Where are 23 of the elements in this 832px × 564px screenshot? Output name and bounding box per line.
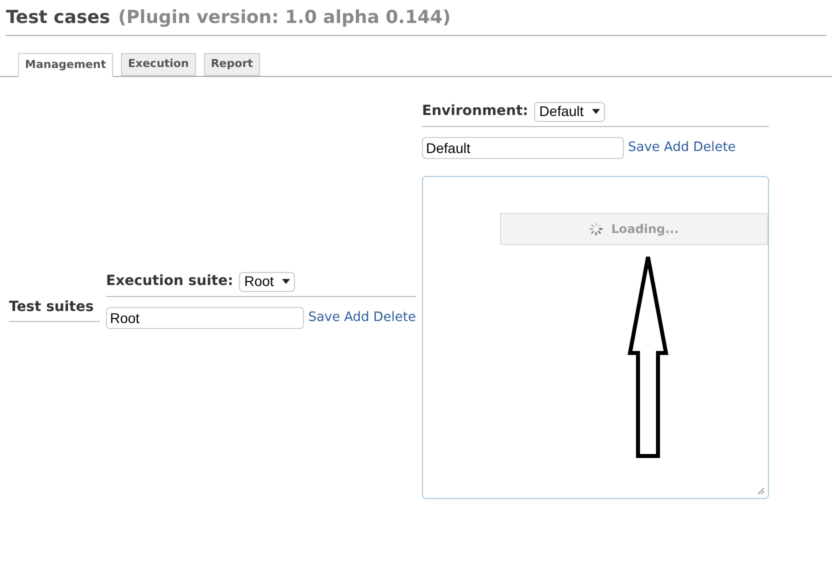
tab[interactable]: Execution: [120, 53, 196, 76]
plugin-version: (Plugin version: 1.0 alpha 0.144): [118, 6, 451, 30]
section-label: Execution suite:: [106, 272, 234, 291]
spinner-icon: [589, 222, 604, 236]
section-label: Environment:: [422, 102, 528, 121]
link[interactable]: Delete: [373, 308, 416, 328]
caret-icon: [592, 109, 600, 114]
page-title: Test cases: [6, 6, 110, 30]
loading-bar: Loading...: [500, 213, 768, 245]
link[interactable]: Add: [664, 138, 690, 158]
input-field[interactable]: Root: [106, 307, 304, 329]
dropdown[interactable]: Root: [239, 272, 295, 292]
input-field[interactable]: Default: [422, 137, 624, 159]
link[interactable]: Save: [628, 138, 660, 158]
link[interactable]: Add: [344, 308, 370, 328]
caret-icon: [282, 279, 290, 284]
link[interactable]: Delete: [693, 138, 736, 158]
dropdown[interactable]: Default: [534, 102, 605, 122]
tab[interactable]: Report: [204, 53, 260, 76]
tab[interactable]: Management: [18, 53, 113, 77]
resize-grip-icon: [757, 487, 765, 495]
link[interactable]: Save: [308, 308, 340, 328]
test-suites-heading: Test suites: [9, 298, 94, 314]
